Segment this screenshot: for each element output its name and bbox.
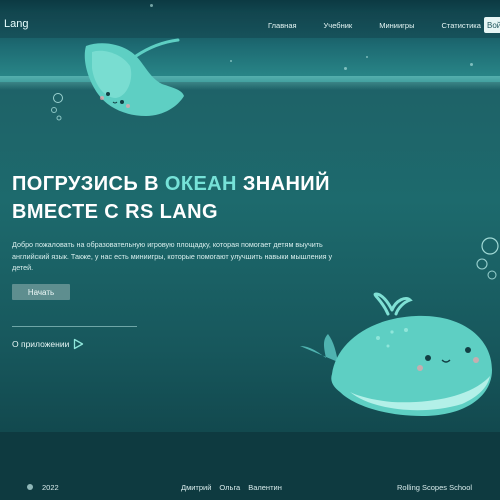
start-button[interactable]: Начать	[12, 284, 70, 300]
nav-link-minigames[interactable]: Миниигры	[379, 21, 414, 30]
hero-title: ПОГРУЗИСЬ В ОКЕАН ЗНАНИЙ ВМЕСТЕ С RS LAN…	[12, 170, 372, 226]
bubble	[344, 67, 347, 70]
stingray-illustration	[84, 38, 184, 117]
footer-year: 2022	[42, 483, 59, 492]
bubble	[230, 60, 232, 62]
main-nav: Главная Учебник Миниигры Статистика	[268, 12, 500, 38]
title-line-2: ВМЕСТЕ С RS LANG	[12, 201, 218, 223]
bubble	[366, 56, 368, 58]
footer-authors: Дмитрий Ольга Валентин	[181, 483, 290, 492]
nav-link-textbook[interactable]: Учебник	[324, 21, 353, 30]
water-surface-line	[0, 76, 500, 90]
school-link[interactable]: Rolling Scopes School	[397, 483, 472, 492]
whale-illustration	[300, 292, 492, 416]
author-link[interactable]: Ольга	[219, 483, 240, 492]
about-link-label: О приложении	[12, 339, 70, 349]
top-navigation-bar: Lang Главная Учебник Миниигры Статистика…	[0, 12, 500, 38]
bubble	[150, 4, 153, 7]
title-accent: ОКЕАН	[164, 173, 237, 195]
github-icon[interactable]	[27, 484, 33, 490]
author-link[interactable]: Дмитрий	[181, 483, 211, 492]
logo[interactable]: Lang	[4, 18, 28, 30]
hero-description: Добро пожаловать на образовательную игро…	[12, 240, 333, 272]
page: Lang Главная Учебник Миниигры Статистика…	[0, 0, 500, 500]
bubble	[470, 63, 473, 66]
bubbles-left	[51, 93, 63, 121]
divider	[12, 326, 137, 327]
footer: 2022 Дмитрий Ольга Валентин Rolling Scop…	[0, 478, 500, 498]
nav-link-home[interactable]: Главная	[268, 21, 297, 30]
bubble-small	[487, 270, 497, 280]
title-part-1: ПОГРУЗИСЬ В	[12, 173, 165, 195]
arrow-right-icon	[74, 338, 84, 350]
nav-link-statistics[interactable]: Статистика	[441, 21, 480, 30]
author-link[interactable]: Валентин	[248, 483, 282, 492]
about-app-link[interactable]: О приложении	[12, 338, 84, 350]
login-button[interactable]: Вой	[484, 17, 500, 33]
title-part-2: ЗНАНИЙ	[236, 173, 330, 195]
